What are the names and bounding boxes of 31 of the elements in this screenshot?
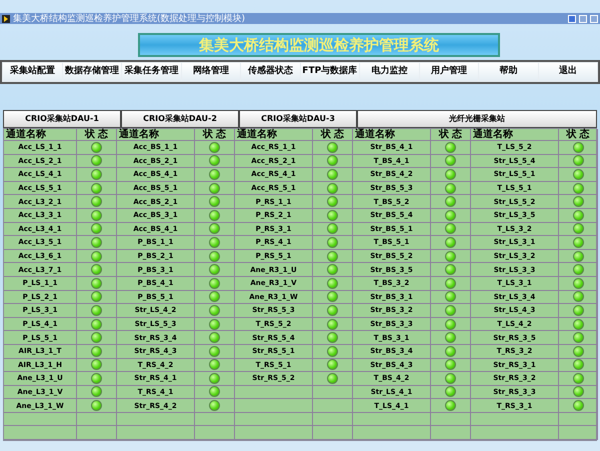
minimize-icon[interactable] (568, 14, 576, 22)
menu-button[interactable]: 传感器状态 (241, 63, 300, 81)
menu-button[interactable]: FTP与数据库 (300, 63, 359, 81)
menu-button[interactable]: 用户管理 (420, 63, 478, 81)
menu-button[interactable]: 采集任务管理 (122, 63, 180, 81)
column-header: 通道名称 (237, 129, 277, 140)
window-title: 集美大桥结构监测巡检养护管理系统(数据处理与控制模块) (13, 14, 246, 24)
column-header: 通道名称 (119, 129, 159, 140)
station-tab[interactable]: CRIO采集站DAU-1 (3, 110, 121, 128)
station-tab[interactable]: 光纤光栅采集站 (357, 110, 597, 128)
column-header: 状 态 (320, 129, 344, 140)
column-header: 通道名称 (6, 129, 46, 140)
menu-button[interactable]: 退出 (538, 63, 597, 81)
menu-button[interactable]: 帮助 (479, 63, 538, 81)
banner-title: 集美大桥结构监测巡检养护管理系统 (199, 34, 439, 56)
app-icon (2, 14, 10, 22)
column-header: 通道名称 (355, 129, 395, 140)
menu-button[interactable]: 网络管理 (182, 63, 240, 81)
column-header: 状 态 (566, 129, 590, 140)
menu-button[interactable]: 电力监控 (360, 63, 418, 81)
column-header: 状 态 (84, 129, 108, 140)
column-header: 通道名称 (473, 129, 513, 140)
close-icon[interactable] (590, 14, 598, 22)
maximize-icon[interactable] (579, 14, 587, 22)
station-tab[interactable]: CRIO采集站DAU-3 (239, 110, 357, 128)
station-tab[interactable]: CRIO采集站DAU-2 (121, 110, 239, 128)
menu-button[interactable]: 采集站配置 (3, 63, 62, 81)
empty-table-cell (313, 412, 353, 426)
menu-button[interactable]: 数据存储管理 (62, 63, 121, 81)
column-header: 状 态 (202, 129, 226, 140)
column-header: 状 态 (438, 129, 462, 140)
